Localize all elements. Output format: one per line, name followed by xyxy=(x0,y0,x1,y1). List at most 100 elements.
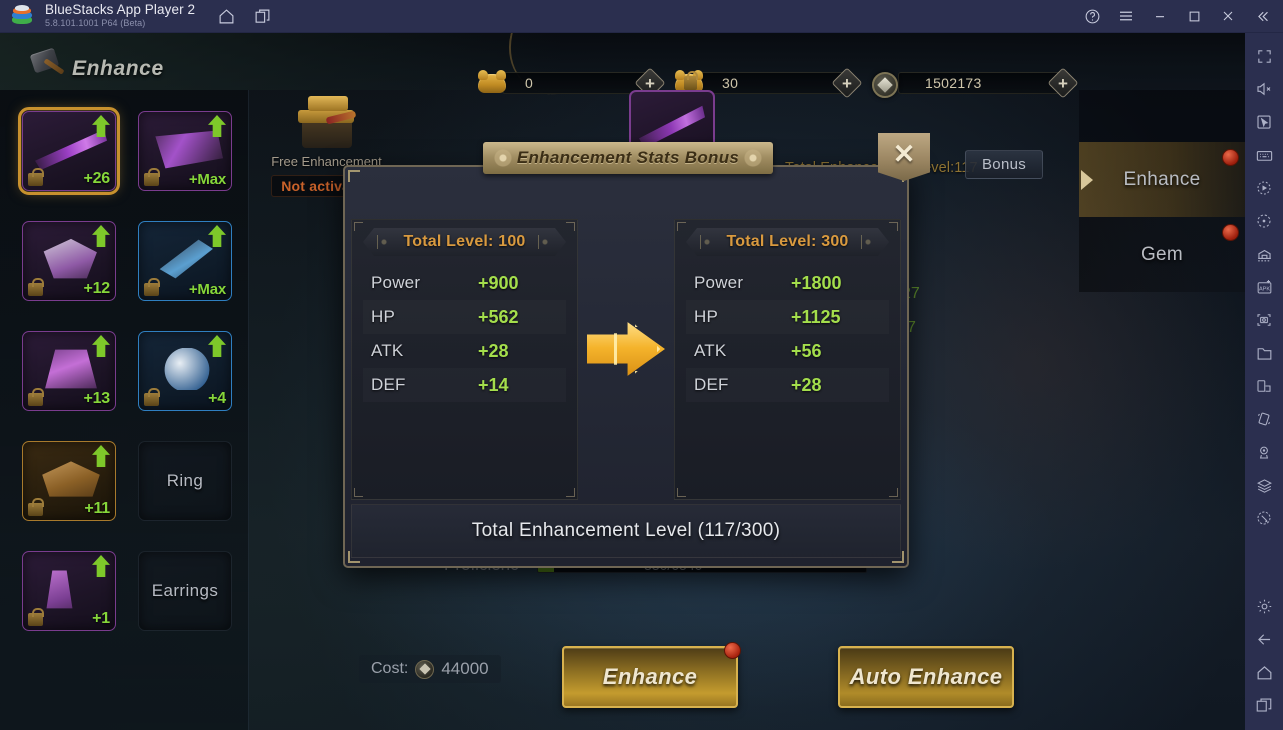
copy-to-device-icon[interactable] xyxy=(1249,371,1279,401)
ornament-icon xyxy=(536,235,554,249)
silver-coin-icon xyxy=(415,659,435,679)
collapse-toolbar-icon[interactable] xyxy=(1247,1,1277,31)
enhancement-stats-bonus-dialog: Total Level: 100 Power +900 HP +562 ATK … xyxy=(343,133,930,568)
bluestacks-side-toolbar: APK xyxy=(1245,33,1283,730)
arrow-right-icon xyxy=(587,321,665,377)
help-icon[interactable] xyxy=(1077,1,1107,31)
equipment-level: +4 xyxy=(208,390,226,407)
android-home-icon[interactable] xyxy=(1249,657,1279,687)
lock-icon xyxy=(28,388,44,406)
equipment-level: +Max xyxy=(188,281,226,298)
game-header: Enhance 0 + 30 + 1502173 + xyxy=(0,33,1245,99)
equipment-slot-label: Earrings xyxy=(151,581,219,600)
dialog-body: Total Level: 100 Power +900 HP +562 ATK … xyxy=(343,165,909,568)
right-nav-tab-gem[interactable]: Gem xyxy=(1079,217,1245,292)
corner-ornament xyxy=(354,222,363,231)
back-icon[interactable] xyxy=(1249,624,1279,654)
panel-header-current: Total Level: 100 xyxy=(363,228,566,256)
corner-ornament xyxy=(677,222,686,231)
plus-icon: + xyxy=(645,73,655,93)
enhance-button-label: Enhance xyxy=(602,664,698,689)
app-version: 5.8.101.1001 P64 (Beta) xyxy=(45,17,146,28)
close-icon[interactable] xyxy=(1213,1,1243,31)
media-manager-icon[interactable] xyxy=(1249,338,1279,368)
ornament-icon xyxy=(859,235,877,249)
equipment-slot-cloak[interactable]: +Max xyxy=(138,111,232,191)
equipment-level: +11 xyxy=(84,500,110,517)
stat-label: DEF xyxy=(371,375,406,394)
stat-row: Power +1800 xyxy=(686,266,889,300)
stat-value: +56 xyxy=(791,340,822,361)
right-nav-tab-enhance[interactable]: Enhance xyxy=(1079,142,1245,217)
equipment-level: +Max xyxy=(188,171,226,188)
notification-dot-icon xyxy=(724,642,741,659)
eco-mode-icon[interactable] xyxy=(1249,470,1279,500)
stat-row: HP +1125 xyxy=(686,300,889,334)
script-icon[interactable] xyxy=(1249,503,1279,533)
right-nav: Enhance Gem xyxy=(1079,90,1245,730)
settings-icon[interactable] xyxy=(1249,591,1279,621)
lock-icon xyxy=(144,278,160,296)
equipment-slot-earrings[interactable]: Earrings xyxy=(138,551,232,631)
bluestacks-logo-icon xyxy=(11,5,33,27)
equipment-slot-armor[interactable]: +13 xyxy=(22,331,116,411)
lock-icon xyxy=(28,608,44,626)
menu-icon[interactable] xyxy=(1111,1,1141,31)
multi-instance-manager-icon[interactable] xyxy=(1249,239,1279,269)
stat-label: HP xyxy=(694,307,719,326)
minimize-icon[interactable] xyxy=(1145,1,1175,31)
ornament-icon xyxy=(698,235,716,249)
equipment-slot-ring[interactable]: Ring xyxy=(138,441,232,521)
page-title: Enhance xyxy=(72,57,164,80)
stats-panel-current: Total Level: 100 Power +900 HP +562 ATK … xyxy=(351,219,578,500)
lock-icon xyxy=(144,388,160,406)
anvil-icon xyxy=(296,96,358,152)
enhance-button[interactable]: Enhance xyxy=(562,642,741,708)
keyboard-icon[interactable] xyxy=(1249,140,1279,170)
stats-panel-target: Total Level: 300 Power +1800 HP +1125 AT… xyxy=(674,219,901,500)
equipment-slot-weapon[interactable]: +26 xyxy=(18,107,120,195)
notification-dot-icon xyxy=(1222,224,1239,241)
titlebar-window-controls xyxy=(1077,1,1283,31)
pointer-icon[interactable] xyxy=(1249,107,1279,137)
stat-row: DEF +14 xyxy=(363,368,566,402)
fullscreen-icon[interactable] xyxy=(1249,41,1279,71)
corner-ornament xyxy=(889,488,898,497)
app-title-block: BlueStacks App Player 2 5.8.101.1001 P64… xyxy=(45,3,195,28)
macro-record-icon[interactable] xyxy=(1249,173,1279,203)
stat-row: ATK +56 xyxy=(686,334,889,368)
lock-icon xyxy=(28,498,44,516)
titlebar: BlueStacks App Player 2 5.8.101.1001 P64… xyxy=(0,0,1283,33)
screenshot-icon[interactable] xyxy=(1249,305,1279,335)
corner-ornament xyxy=(566,222,575,231)
equipment-slot-orb[interactable]: +4 xyxy=(138,331,232,411)
equipment-slot-belt[interactable]: +11 xyxy=(22,441,116,521)
equipment-panel: +26 +Max +12 +Max +13 +4 +11 Ring +1 Ear… xyxy=(0,90,249,730)
maximize-icon[interactable] xyxy=(1179,1,1209,31)
dialog-close-button[interactable]: ✕ xyxy=(878,133,930,181)
stat-label: ATK xyxy=(694,341,727,360)
equipment-slot-boots[interactable]: +1 xyxy=(22,551,116,631)
location-icon[interactable] xyxy=(1249,437,1279,467)
panel-header-label: Total Level: 100 xyxy=(403,233,526,250)
dialog-titlebar: Enhancement Stats Bonus xyxy=(483,142,773,174)
stat-label: ATK xyxy=(371,341,404,360)
stat-label: DEF xyxy=(694,375,729,394)
recent-apps-icon[interactable] xyxy=(1249,690,1279,720)
mute-icon[interactable] xyxy=(1249,74,1279,104)
stat-value: +1125 xyxy=(791,306,841,327)
equipment-slot-necklace[interactable]: +Max xyxy=(138,221,232,301)
rotate-icon[interactable] xyxy=(1249,206,1279,236)
equipment-slot-helmet[interactable]: +12 xyxy=(22,221,116,301)
install-apk-icon[interactable]: APK xyxy=(1249,272,1279,302)
corner-ornament xyxy=(348,170,360,182)
home-icon[interactable] xyxy=(211,1,241,31)
multi-instance-icon[interactable] xyxy=(247,1,277,31)
stat-label: Power xyxy=(694,273,744,292)
stat-list-current: Power +900 HP +562 ATK +28 DEF +14 xyxy=(363,266,566,402)
shake-icon[interactable] xyxy=(1249,404,1279,434)
bonus-button[interactable]: Bonus xyxy=(965,150,1044,179)
auto-enhance-button[interactable]: Auto Enhance xyxy=(838,646,1014,708)
auto-enhance-button-label: Auto Enhance xyxy=(849,664,1003,689)
dialog-footer: Total Enhancement Level (117/300) xyxy=(351,504,901,558)
